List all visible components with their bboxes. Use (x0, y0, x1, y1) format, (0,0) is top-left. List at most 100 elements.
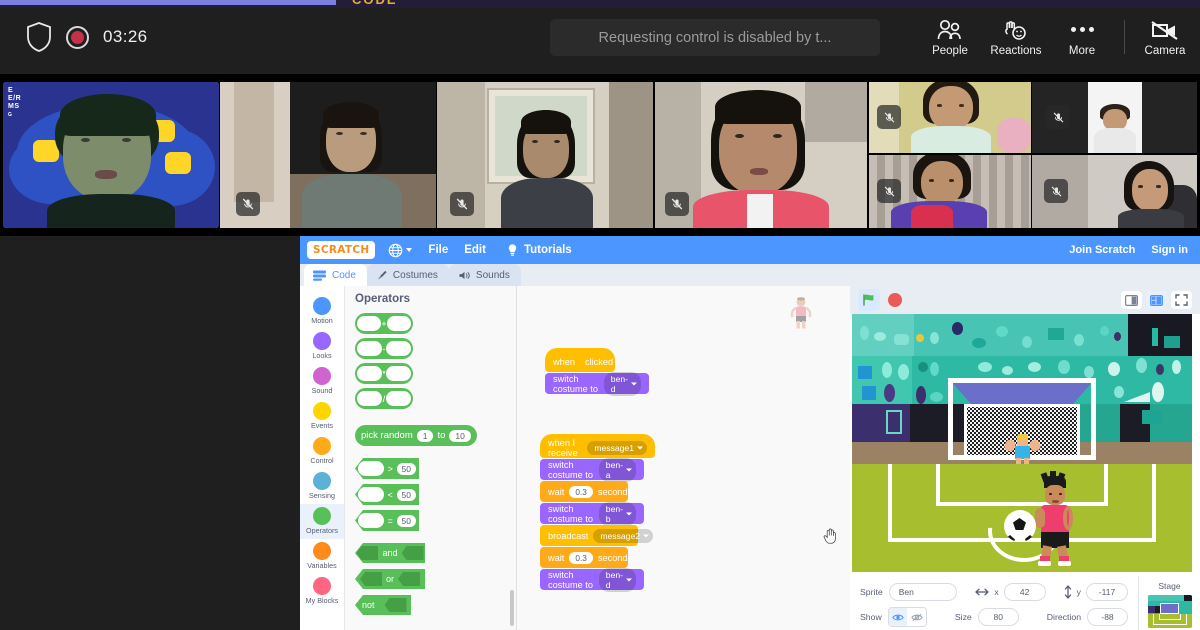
operator-not-block[interactable]: not (355, 595, 411, 615)
stop-button[interactable] (888, 293, 902, 307)
costume-dropdown-1[interactable]: ben-d (603, 371, 641, 396)
participant-tile-6[interactable] (1032, 82, 1197, 153)
operator-and-block[interactable]: and (355, 543, 425, 563)
stage-selector-pane[interactable]: Stage (1138, 576, 1200, 630)
operand-slot[interactable] (385, 391, 411, 406)
operator-less-value[interactable]: 50 (396, 488, 416, 501)
scratch-logo[interactable]: SCRATCH (307, 241, 376, 259)
switch-costume-block-3[interactable]: switch costume to ben-b (540, 501, 644, 526)
when-flag-clicked-block[interactable]: when clicked (545, 348, 615, 372)
x-input[interactable]: 42 (1003, 583, 1046, 601)
large-stage-button[interactable] (1146, 291, 1167, 309)
wait-value-2[interactable]: 0.3 (569, 551, 593, 564)
participant-tile-5[interactable] (869, 82, 1031, 153)
switch-costume-block-1[interactable]: switch costume to ben-d (545, 371, 649, 396)
language-selector[interactable] (388, 243, 413, 258)
when-i-receive-block[interactable]: when I receive message1 (540, 434, 655, 458)
broadcast-block[interactable]: broadcast message2 (540, 525, 654, 546)
operand-slot[interactable] (358, 487, 384, 502)
palette-scrollbar[interactable] (510, 590, 514, 626)
operator-less-block[interactable]: < 50 (355, 484, 419, 505)
boolean-slot[interactable] (384, 598, 407, 612)
camera-button[interactable]: Camera (1134, 17, 1196, 57)
more-button[interactable]: More (1049, 17, 1115, 57)
fullscreen-button[interactable] (1171, 291, 1192, 309)
category-events[interactable]: Events (300, 399, 344, 434)
stage-thumbnail[interactable] (1147, 595, 1192, 628)
category-sensing[interactable]: Sensing (300, 469, 344, 504)
stage-canvas[interactable] (852, 314, 1192, 572)
switch-costume-block-4[interactable]: switch costume to ben-d (540, 567, 644, 592)
people-button[interactable]: People (917, 17, 983, 57)
pick-random-to[interactable]: 10 (449, 429, 471, 442)
small-stage-button[interactable] (1121, 291, 1142, 309)
operator-divide-block[interactable]: / (355, 388, 413, 409)
join-scratch-link[interactable]: Join Scratch (1069, 244, 1135, 256)
sprite-name-input[interactable]: Ben (888, 583, 958, 601)
operand-slot[interactable] (357, 341, 382, 356)
menu-tutorials[interactable]: Tutorials (506, 243, 572, 257)
operator-equals-value[interactable]: 50 (396, 514, 416, 527)
wait-block-2[interactable]: wait 0.3 seconds (540, 547, 632, 568)
operand-slot[interactable] (386, 316, 411, 331)
operator-equals-block[interactable]: = 50 (355, 510, 419, 531)
operand-slot[interactable] (386, 341, 411, 356)
switch-costume-block-2[interactable]: switch costume to ben-a (540, 457, 644, 482)
boolean-slot[interactable] (359, 572, 382, 586)
operand-slot[interactable] (357, 366, 382, 381)
show-visible-button[interactable] (888, 608, 908, 626)
operand-slot[interactable] (357, 391, 382, 406)
direction-input[interactable]: -88 (1087, 608, 1129, 626)
operand-slot[interactable] (357, 316, 382, 331)
participant-tile-2[interactable] (220, 82, 436, 228)
operator-greater-block[interactable]: > 50 (355, 458, 419, 479)
tab-costumes[interactable]: Costumes (366, 264, 449, 286)
receive-message1-script[interactable]: when I receive message1 switch costume t… (540, 434, 655, 592)
category-looks[interactable]: Looks (300, 329, 344, 364)
block-palette[interactable]: Operators + - * / pick random 1 to 10 > … (345, 286, 517, 630)
category-variables[interactable]: Variables (300, 539, 344, 574)
sign-in-link[interactable]: Sign in (1151, 244, 1188, 256)
reactions-button[interactable]: Reactions (983, 17, 1049, 57)
operator-or-block[interactable]: or (355, 569, 425, 589)
menu-file[interactable]: File (428, 244, 448, 256)
boolean-slot[interactable] (401, 546, 424, 560)
category-control[interactable]: Control (300, 434, 344, 469)
category-motion[interactable]: Motion (300, 294, 344, 329)
wait-block-1[interactable]: wait 0.3 seconds (540, 481, 632, 502)
operator-subtract-block[interactable]: - (355, 338, 413, 359)
boolean-slot[interactable] (356, 546, 379, 560)
participant-tile-4[interactable] (655, 82, 867, 228)
y-input[interactable]: -117 (1086, 583, 1128, 601)
boolean-slot[interactable] (398, 572, 420, 586)
green-flag-script[interactable]: when clicked switch costume to ben-d (545, 348, 649, 396)
pick-random-from[interactable]: 1 (416, 429, 434, 442)
operator-multiply-block[interactable]: * (355, 363, 413, 384)
code-canvas[interactable]: when clicked switch costume to ben-d whe… (517, 286, 850, 630)
participant-tile-7[interactable] (869, 155, 1031, 228)
message-dropdown-1[interactable]: message1 (587, 440, 647, 455)
category-operators[interactable]: Operators (300, 504, 344, 539)
costume-dropdown-2[interactable]: ben-a (598, 457, 636, 482)
costume-dropdown-4[interactable]: ben-d (598, 567, 636, 592)
wait-value-1[interactable]: 0.3 (569, 485, 593, 498)
size-input[interactable]: 80 (977, 608, 1019, 626)
category-my-blocks[interactable]: My Blocks (300, 574, 344, 609)
operand-slot[interactable] (358, 461, 384, 476)
operand-slot[interactable] (385, 366, 411, 381)
operator-add-block[interactable]: + (355, 313, 413, 334)
green-flag-button[interactable] (858, 289, 880, 311)
participant-tile-8[interactable] (1032, 155, 1197, 228)
operator-greater-value[interactable]: 50 (396, 462, 416, 475)
show-hidden-button[interactable] (907, 608, 926, 626)
participant-tile-1[interactable]: E E/R MS G (3, 82, 219, 228)
costume-dropdown-3[interactable]: ben-b (598, 501, 636, 526)
tab-code[interactable]: Code (304, 264, 367, 286)
participant-tile-3[interactable] (437, 82, 653, 228)
tab-sounds[interactable]: Sounds (448, 264, 521, 286)
operand-slot[interactable] (358, 513, 384, 528)
message-dropdown-2[interactable]: message2 (593, 528, 654, 543)
operator-pick-random-block[interactable]: pick random 1 to 10 (355, 425, 477, 446)
menu-edit[interactable]: Edit (464, 244, 486, 256)
category-sound[interactable]: Sound (300, 364, 344, 399)
